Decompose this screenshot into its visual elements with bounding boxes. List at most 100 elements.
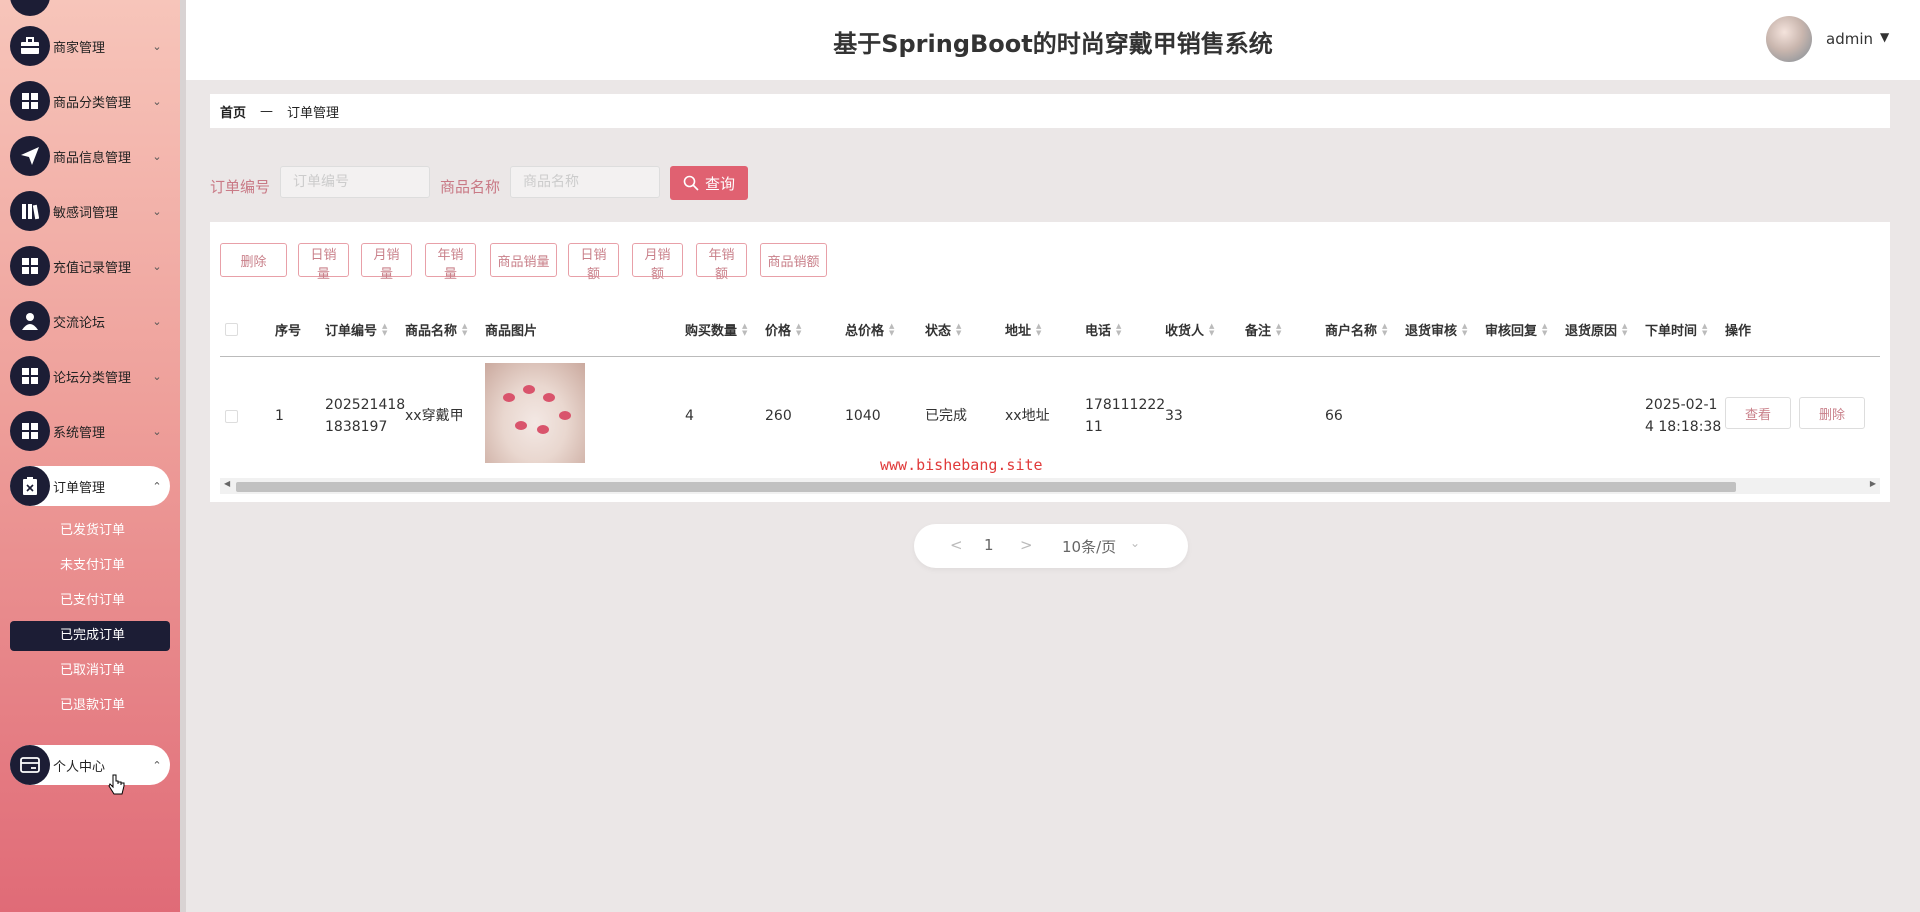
column-header-price[interactable]: 价格 ▲ ▼ bbox=[765, 320, 801, 339]
sidebar-subitem-paid[interactable]: 已支付订单 bbox=[10, 586, 170, 616]
sidebar-subitem-shipped[interactable]: 已发货订单 bbox=[10, 516, 170, 546]
prev-page-button[interactable]: < bbox=[950, 536, 963, 554]
column-header-return-reason[interactable]: 退货原因 ▲ ▼ bbox=[1565, 320, 1627, 339]
chevron-down-icon: ⌄ bbox=[152, 94, 162, 108]
user-name[interactable]: admin bbox=[1826, 30, 1873, 48]
page-number[interactable]: 1 bbox=[984, 536, 994, 554]
next-page-button[interactable]: > bbox=[1020, 536, 1033, 554]
column-header-status[interactable]: 状态 ▲ ▼ bbox=[925, 320, 961, 339]
sort-icon: ▲ ▼ bbox=[1542, 321, 1548, 337]
sidebar-item-label: 个人中心 bbox=[53, 759, 106, 775]
caret-down-icon[interactable]: ▼ bbox=[1880, 30, 1889, 44]
search-icon bbox=[683, 175, 699, 191]
sidebar-item-product-category[interactable]: 商品分类管理 ⌄ bbox=[10, 81, 170, 121]
order-no-input[interactable] bbox=[280, 166, 430, 198]
daily-sales-qty-button[interactable]: 日销量 bbox=[298, 243, 349, 282]
cell-receiver: 33 bbox=[1165, 408, 1183, 424]
cell-order-time: 2025-02-1 4 18:18:38 bbox=[1645, 397, 1722, 435]
sidebar: 商家管理 ⌄ 商品分类管理 ⌄ 商品信息管理 ⌄ 敏感词管理 ⌄ 充值记录管理 … bbox=[0, 0, 180, 912]
row-checkbox[interactable] bbox=[225, 410, 238, 423]
column-header-product-name[interactable]: 商品名称 ▲ ▼ bbox=[405, 320, 467, 339]
cell-total: 1040 bbox=[845, 408, 881, 424]
page-size-select[interactable]: 10条/页 bbox=[1062, 536, 1116, 557]
sidebar-subitem-refunded[interactable]: 已退款订单 bbox=[10, 691, 170, 721]
sort-icon: ▲ ▼ bbox=[1036, 321, 1042, 337]
sidebar-item-merchant[interactable]: 商家管理 ⌄ bbox=[10, 26, 170, 66]
sidebar-item-forum-category[interactable]: 论坛分类管理 ⌄ bbox=[10, 356, 170, 396]
chevron-down-icon[interactable]: ⌄ bbox=[1130, 536, 1140, 550]
grid-icon bbox=[10, 356, 50, 396]
grid-icon bbox=[10, 81, 50, 121]
scrollbar-thumb[interactable] bbox=[236, 482, 1736, 492]
sidebar-item-label: 商品分类管理 bbox=[53, 95, 132, 111]
chevron-up-icon: ⌃ bbox=[152, 758, 162, 772]
sidebar-item-orders[interactable]: 订单管理 ⌃ bbox=[10, 466, 170, 506]
product-sales-amount-button[interactable]: 商品销额 bbox=[760, 243, 827, 277]
sort-icon: ▲ ▼ bbox=[462, 321, 468, 337]
sidebar-item-system[interactable]: 系统管理 ⌄ bbox=[10, 411, 170, 451]
select-all-checkbox[interactable] bbox=[225, 323, 238, 336]
column-header-return-review[interactable]: 退货审核 ▲ ▼ bbox=[1405, 320, 1467, 339]
sidebar-item-sensitive-words[interactable]: 敏感词管理 ⌄ bbox=[10, 191, 170, 231]
horizontal-scrollbar[interactable]: ◀ ▶ bbox=[220, 478, 1880, 494]
search-button[interactable]: 查询 bbox=[670, 166, 748, 200]
column-header-address[interactable]: 地址 ▲ ▼ bbox=[1005, 320, 1041, 339]
sidebar-item-label: 商品信息管理 bbox=[53, 150, 132, 166]
view-button[interactable]: 查看 bbox=[1725, 397, 1791, 429]
sidebar-item-product-info[interactable]: 商品信息管理 ⌄ bbox=[10, 136, 170, 176]
table-header-divider bbox=[220, 356, 1880, 357]
chevron-down-icon: ⌄ bbox=[152, 204, 162, 218]
sort-icon: ▲ ▼ bbox=[1622, 321, 1628, 337]
breadcrumb-current: 订单管理 bbox=[287, 105, 340, 121]
monthly-sales-qty-button[interactable]: 月销量 bbox=[361, 243, 412, 282]
yearly-sales-qty-button[interactable]: 年销量 bbox=[425, 243, 476, 282]
monthly-sales-amount-button[interactable]: 月销额 bbox=[632, 243, 683, 282]
sort-icon: ▲ ▼ bbox=[1702, 321, 1708, 337]
sidebar-subitem-completed[interactable]: 已完成订单 bbox=[10, 621, 170, 651]
cell-address: xx地址 bbox=[1005, 408, 1050, 424]
column-header-order-no[interactable]: 订单编号 ▲ ▼ bbox=[325, 320, 387, 339]
grid-icon bbox=[10, 411, 50, 451]
sort-icon: ▲ ▼ bbox=[796, 321, 802, 337]
sidebar-subitem-cancelled[interactable]: 已取消订单 bbox=[10, 656, 170, 686]
books-icon bbox=[10, 191, 50, 231]
sidebar-item-recharge[interactable]: 充值记录管理 ⌄ bbox=[10, 246, 170, 286]
grid-icon bbox=[10, 246, 50, 286]
grid-icon bbox=[10, 0, 50, 16]
breadcrumb-home[interactable]: 首页 bbox=[220, 102, 246, 121]
column-header-order-time[interactable]: 下单时间 ▲ ▼ bbox=[1645, 320, 1707, 339]
column-header-phone[interactable]: 电话 ▲ ▼ bbox=[1085, 320, 1121, 339]
batch-delete-button[interactable]: 删除 bbox=[220, 243, 287, 277]
column-header-quantity[interactable]: 购买数量 ▲ ▼ bbox=[685, 320, 747, 339]
sort-icon: ▲ ▼ bbox=[382, 321, 388, 337]
sort-icon: ▲ ▼ bbox=[1276, 321, 1282, 337]
sidebar-divider bbox=[180, 0, 186, 912]
sidebar-item-top-partial[interactable] bbox=[10, 0, 170, 16]
column-header-receiver[interactable]: 收货人 ▲ ▼ bbox=[1165, 320, 1214, 339]
column-header-remark[interactable]: 备注 ▲ ▼ bbox=[1245, 320, 1281, 339]
column-header-merchant[interactable]: 商户名称 ▲ ▼ bbox=[1325, 320, 1387, 339]
cell-product-name: xx穿戴甲 bbox=[405, 408, 464, 424]
chevron-down-icon: ⌄ bbox=[152, 369, 162, 383]
order-no-label: 订单编号 bbox=[210, 178, 271, 196]
avatar[interactable] bbox=[1766, 16, 1812, 62]
column-header-index: 序号 bbox=[275, 324, 302, 339]
top-header: 基于SpringBoot的时尚穿戴甲销售系统 bbox=[186, 0, 1920, 80]
column-header-review-reply[interactable]: 审核回复 ▲ ▼ bbox=[1485, 320, 1547, 339]
sidebar-item-forum[interactable]: 交流论坛 ⌄ bbox=[10, 301, 170, 341]
user-icon bbox=[10, 301, 50, 341]
sidebar-item-profile[interactable]: 个人中心 ⌃ bbox=[10, 745, 170, 785]
daily-sales-amount-button[interactable]: 日销额 bbox=[568, 243, 619, 282]
product-name-input[interactable] bbox=[510, 166, 660, 198]
sidebar-subitem-unpaid[interactable]: 未支付订单 bbox=[10, 551, 170, 581]
card-icon bbox=[10, 745, 50, 785]
product-image[interactable] bbox=[485, 363, 585, 463]
scroll-left-icon[interactable]: ◀ bbox=[224, 479, 230, 488]
scroll-right-icon[interactable]: ▶ bbox=[1870, 479, 1876, 488]
delete-button[interactable]: 删除 bbox=[1799, 397, 1865, 429]
yearly-sales-amount-button[interactable]: 年销额 bbox=[696, 243, 747, 282]
sidebar-item-label: 系统管理 bbox=[53, 425, 106, 441]
column-header-total[interactable]: 总价格 ▲ ▼ bbox=[845, 320, 894, 339]
product-sales-qty-button[interactable]: 商品销量 bbox=[490, 243, 557, 277]
breadcrumb-separator: — bbox=[260, 103, 274, 119]
